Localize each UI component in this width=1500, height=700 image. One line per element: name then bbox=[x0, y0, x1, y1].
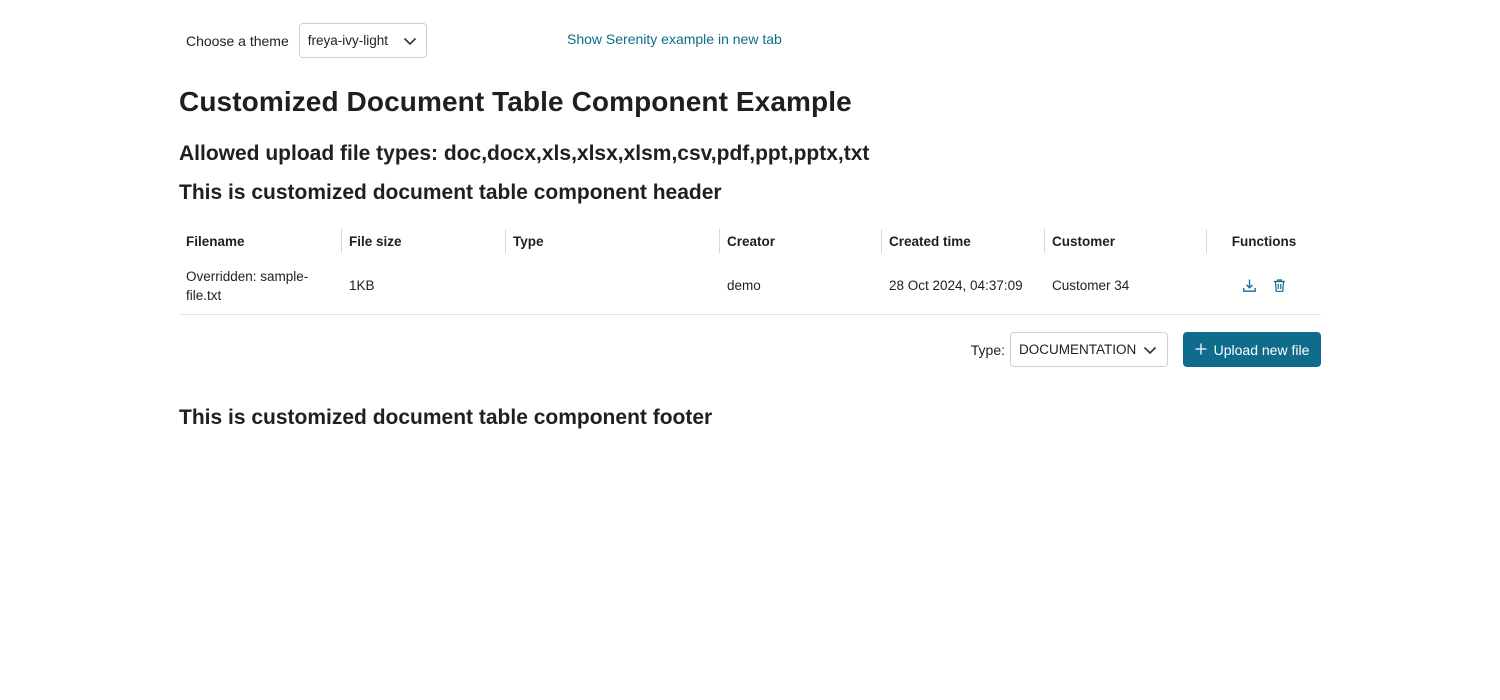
page-title: Customized Document Table Component Exam… bbox=[179, 86, 852, 117]
cell-type bbox=[506, 257, 720, 314]
trash-icon[interactable] bbox=[1271, 278, 1287, 294]
type-label: Type: bbox=[970, 341, 1005, 358]
column-header-file-size[interactable]: File size bbox=[342, 225, 506, 257]
cell-filename: Overridden: sample-file.txt bbox=[186, 268, 309, 303]
upload-bar: Type: DOCUMENTATION Upload new file bbox=[971, 332, 1321, 367]
allowed-file-types: Allowed upload file types: doc,docx,xls,… bbox=[179, 142, 870, 165]
table-header-row: Filename File size Type Creator Created … bbox=[179, 225, 1321, 257]
column-header-filename[interactable]: Filename bbox=[179, 225, 342, 257]
cell-file-size: 1KB bbox=[349, 278, 375, 293]
theme-select[interactable]: freya-ivy-light bbox=[298, 23, 427, 58]
cell-functions bbox=[1207, 257, 1321, 314]
type-select-value: DOCUMENTATION bbox=[1019, 342, 1137, 357]
column-header-creator[interactable]: Creator bbox=[720, 225, 882, 257]
document-table: Filename File size Type Creator Created … bbox=[179, 225, 1321, 315]
table-footer-text: This is customized document table compon… bbox=[179, 406, 713, 429]
type-select[interactable]: DOCUMENTATION bbox=[1010, 332, 1168, 367]
page: Choose a theme freya-ivy-light Show Sere… bbox=[0, 0, 1500, 700]
chevron-down-icon bbox=[1143, 343, 1157, 357]
upload-button-label: Upload new file bbox=[1213, 341, 1310, 358]
theme-chooser: Choose a theme freya-ivy-light bbox=[186, 23, 427, 58]
serenity-example-link[interactable]: Show Serenity example in new tab bbox=[567, 31, 782, 47]
cell-creator: demo bbox=[727, 278, 761, 293]
column-header-functions: Functions bbox=[1231, 233, 1297, 249]
theme-label: Choose a theme bbox=[186, 32, 289, 49]
plus-icon bbox=[1195, 342, 1207, 358]
column-header-customer[interactable]: Customer bbox=[1045, 225, 1207, 257]
table-header-text: This is customized document table compon… bbox=[179, 181, 722, 204]
upload-new-file-button[interactable]: Upload new file bbox=[1183, 332, 1321, 367]
chevron-down-icon bbox=[403, 34, 417, 48]
cell-customer: Customer 34 bbox=[1052, 278, 1130, 293]
theme-select-value: freya-ivy-light bbox=[307, 33, 389, 48]
cell-created-time: 28 Oct 2024, 04:37:09 bbox=[889, 278, 1023, 293]
download-icon[interactable] bbox=[1241, 278, 1257, 294]
column-header-created-time[interactable]: Created time bbox=[882, 225, 1045, 257]
column-header-type[interactable]: Type bbox=[506, 225, 720, 257]
table-row: Overridden: sample-file.txt 1KB demo 28 … bbox=[179, 257, 1321, 315]
